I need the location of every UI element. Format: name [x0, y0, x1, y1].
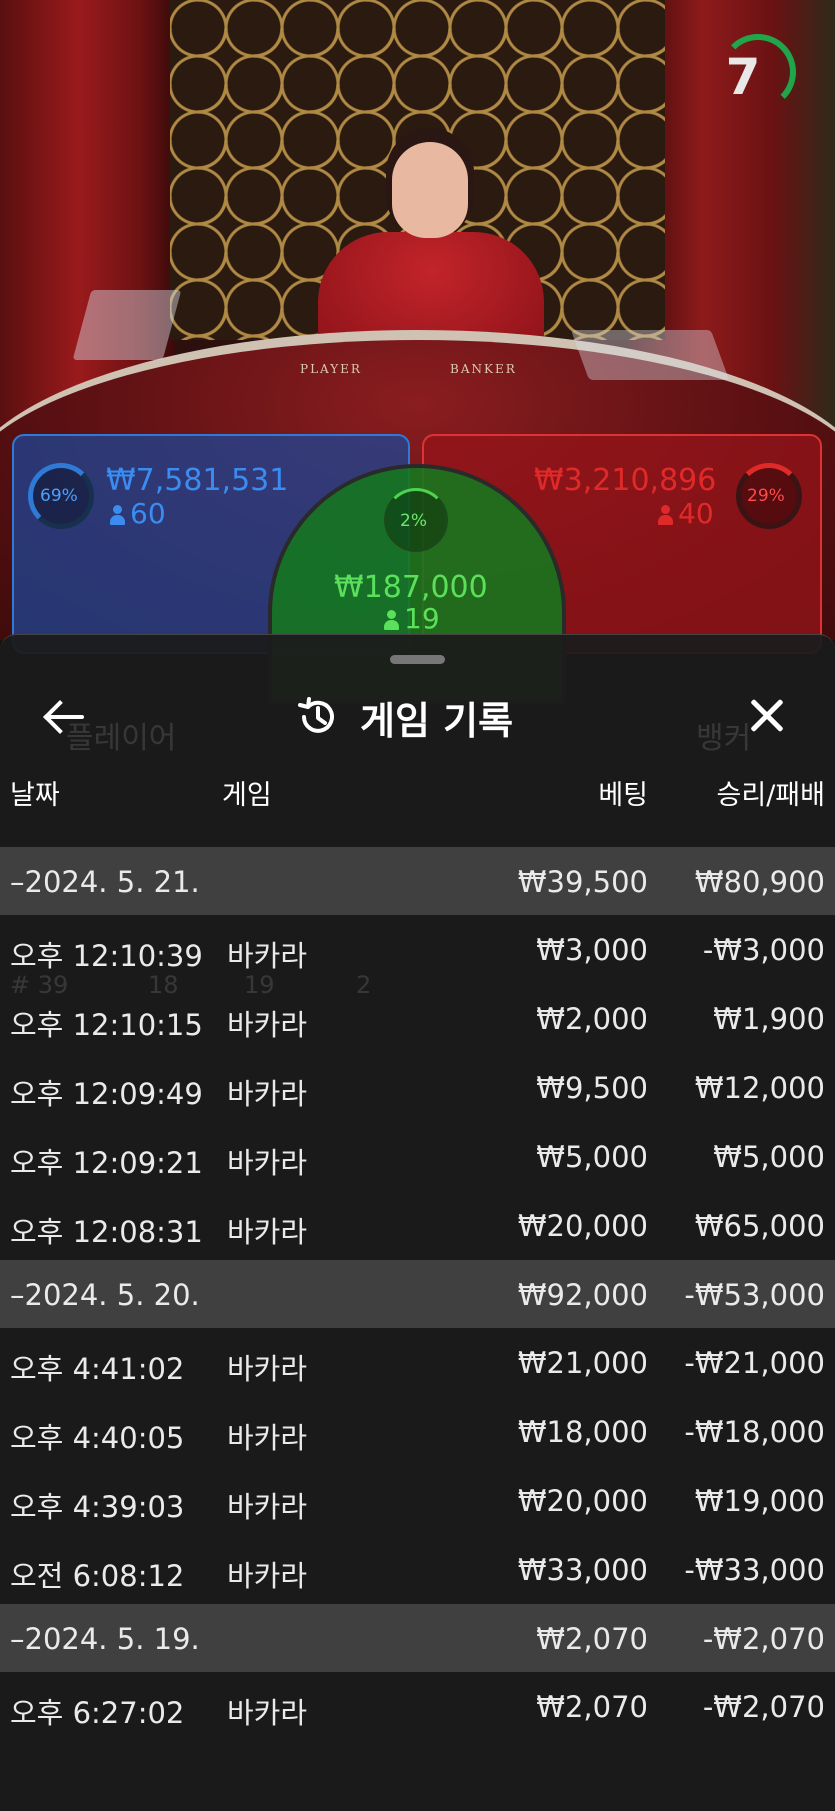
group-result-total: -₩53,000: [684, 1278, 825, 1312]
row-game: 바카라: [227, 1696, 308, 1730]
player-count-value: 60: [130, 497, 166, 530]
row-game: 바카라: [227, 1490, 308, 1524]
date-group-row[interactable]: –2024. 5. 19. ₩2,070 -₩2,070: [0, 1604, 835, 1672]
row-time: 오후 12:09:21: [10, 1146, 203, 1180]
row-game: 바카라: [227, 1559, 308, 1593]
row-bet: ₩9,500: [536, 1071, 648, 1105]
person-icon: [658, 505, 673, 525]
sheet-header: 게임 기록: [296, 687, 556, 747]
drag-handle[interactable]: [390, 655, 445, 664]
row-bet: ₩2,000: [536, 1002, 648, 1036]
table-player-label: PLAYER: [300, 362, 362, 376]
group-date: –2024. 5. 21.: [10, 865, 200, 899]
group-date: –2024. 5. 20.: [10, 1278, 200, 1312]
group-result-total: -₩2,070: [702, 1622, 825, 1656]
date-group-row[interactable]: –2024. 5. 20. ₩92,000 -₩53,000: [0, 1260, 835, 1328]
row-bet: ₩3,000: [536, 933, 648, 967]
row-result: ₩5,000: [713, 1140, 825, 1174]
row-time: 오후 4:41:02: [10, 1352, 185, 1386]
row-bet: ₩20,000: [517, 1484, 648, 1518]
countdown-value: 7: [725, 48, 761, 106]
row-time: 오후 12:08:31: [10, 1215, 203, 1249]
tie-bet-amount: ₩187,000: [334, 570, 488, 605]
tie-percent: 2%: [400, 511, 427, 531]
column-bet: 베팅: [598, 780, 648, 811]
column-result: 승리/패배: [716, 780, 825, 811]
history-row[interactable]: 오후 12:10:15 바카라 ₩2,000 ₩1,900: [0, 984, 835, 1053]
history-row[interactable]: 오전 6:08:12 바카라 ₩33,000 -₩33,000: [0, 1535, 835, 1604]
dealer-head: [392, 142, 468, 238]
row-time: 오후 6:27:02: [10, 1696, 185, 1730]
row-bet: ₩18,000: [517, 1415, 648, 1449]
page-title: 게임 기록: [360, 698, 514, 743]
history-row[interactable]: 오후 6:27:02 바카라 ₩2,070 -₩2,070: [0, 1672, 835, 1741]
row-game: 바카라: [227, 1352, 308, 1386]
group-result-total: ₩80,900: [694, 865, 825, 899]
person-icon: [110, 505, 125, 525]
row-time: 오후 12:10:15: [10, 1008, 203, 1042]
row-bet: ₩21,000: [517, 1346, 648, 1380]
player-percent: 69%: [40, 486, 78, 506]
row-bet: ₩20,000: [517, 1209, 648, 1243]
banker-count-value: 40: [678, 497, 714, 530]
row-result: -₩2,070: [702, 1690, 825, 1724]
group-bet-total: ₩92,000: [517, 1278, 648, 1312]
row-game: 바카라: [227, 1146, 308, 1180]
row-game: 바카라: [227, 1215, 308, 1249]
row-result: ₩19,000: [694, 1484, 825, 1518]
column-date: 날짜: [10, 780, 60, 811]
history-row[interactable]: 오후 4:39:03 바카라 ₩20,000 ₩19,000: [0, 1466, 835, 1535]
history-row[interactable]: 오후 12:08:31 바카라 ₩20,000 ₩65,000: [0, 1191, 835, 1260]
tie-count-value: 19: [404, 602, 440, 635]
row-result: ₩12,000: [694, 1071, 825, 1105]
game-history-sheet: 플레이어 뱅커 # 39 18 19 2 게임 기록 날짜 게임 베팅 승리/패…: [0, 634, 835, 1811]
history-list: –2024. 5. 21. ₩39,500 ₩80,900 오후 12:10:3…: [0, 847, 835, 1741]
tie-count: 19: [384, 602, 440, 635]
close-icon[interactable]: [744, 691, 792, 739]
row-time: 오후 12:09:49: [10, 1077, 203, 1111]
discard-tray: [570, 330, 730, 380]
back-arrow-icon[interactable]: [42, 693, 90, 741]
row-time: 오후 4:39:03: [10, 1490, 185, 1524]
row-result: -₩3,000: [702, 933, 825, 967]
table-header: 날짜 게임 베팅 승리/패배: [0, 763, 835, 813]
group-date: –2024. 5. 19.: [10, 1622, 200, 1656]
row-time: 오후 4:40:05: [10, 1421, 185, 1455]
banker-percent: 29%: [747, 486, 785, 506]
row-game: 바카라: [227, 1008, 308, 1042]
date-group-row[interactable]: –2024. 5. 21. ₩39,500 ₩80,900: [0, 847, 835, 915]
group-bet-total: ₩2,070: [536, 1622, 648, 1656]
row-result: ₩65,000: [694, 1209, 825, 1243]
player-bet-amount: ₩7,581,531: [106, 463, 289, 498]
group-bet-total: ₩39,500: [517, 865, 648, 899]
row-result: -₩18,000: [684, 1415, 825, 1449]
card-shoe: [72, 290, 182, 360]
row-game: 바카라: [227, 1421, 308, 1455]
row-result: ₩1,900: [713, 1002, 825, 1036]
row-game: 바카라: [227, 939, 308, 973]
banker-count: 40: [658, 497, 714, 530]
person-icon: [384, 610, 399, 630]
row-result: -₩33,000: [684, 1553, 825, 1587]
history-icon: [298, 697, 334, 733]
row-game: 바카라: [227, 1077, 308, 1111]
row-bet: ₩33,000: [517, 1553, 648, 1587]
row-bet: ₩2,070: [536, 1690, 648, 1724]
bg-banker-label: 뱅커: [696, 721, 752, 756]
banker-bet-amount: ₩3,210,896: [534, 463, 717, 498]
row-bet: ₩5,000: [536, 1140, 648, 1174]
history-row[interactable]: 오후 4:40:05 바카라 ₩18,000 -₩18,000: [0, 1397, 835, 1466]
history-row[interactable]: 오후 12:09:21 바카라 ₩5,000 ₩5,000: [0, 1122, 835, 1191]
column-game: 게임: [222, 780, 272, 811]
history-row[interactable]: 오후 4:41:02 바카라 ₩21,000 -₩21,000: [0, 1328, 835, 1397]
row-result: -₩21,000: [684, 1346, 825, 1380]
history-row[interactable]: 오후 12:10:39 바카라 ₩3,000 -₩3,000: [0, 915, 835, 984]
player-count: 60: [110, 497, 166, 530]
history-row[interactable]: 오후 12:09:49 바카라 ₩9,500 ₩12,000: [0, 1053, 835, 1122]
table-banker-label: BANKER: [450, 362, 517, 376]
row-time: 오전 6:08:12: [10, 1559, 185, 1593]
row-time: 오후 12:10:39: [10, 939, 203, 973]
